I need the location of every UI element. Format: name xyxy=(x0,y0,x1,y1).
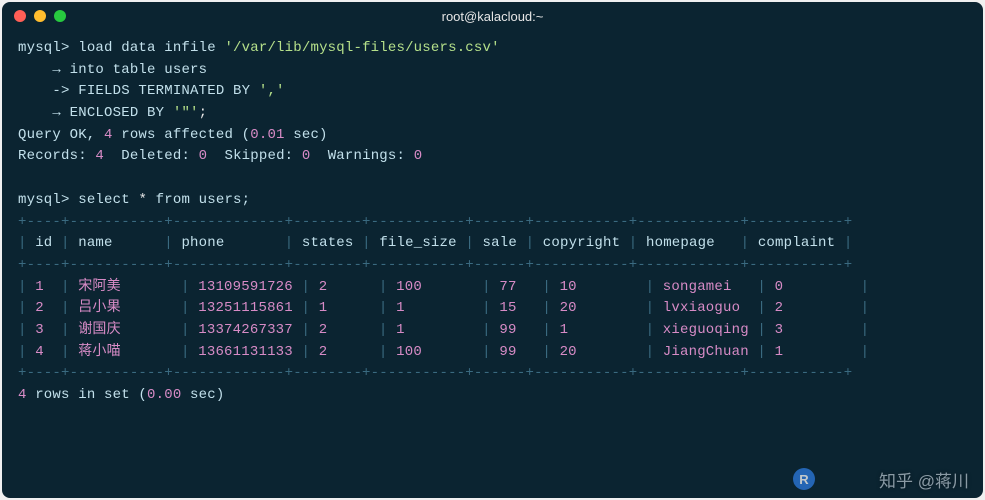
result-text: Records: xyxy=(18,148,95,164)
result-num: 0.01 xyxy=(250,127,284,143)
table-cell: 10 xyxy=(551,279,646,295)
table-cell: complaint xyxy=(749,235,844,251)
table-cell: 3 xyxy=(27,322,61,338)
result-text: rows affected ( xyxy=(113,127,251,143)
minimize-icon[interactable] xyxy=(34,10,46,22)
cmd-string: ',' xyxy=(259,83,285,99)
mysql-prompt: mysql> xyxy=(18,40,70,56)
table-cell: 100 xyxy=(388,279,483,295)
table-cell: 1 xyxy=(388,300,483,316)
result-text: Deleted: xyxy=(104,148,199,164)
table-cell: 13251115861 xyxy=(190,300,302,316)
maximize-icon[interactable] xyxy=(54,10,66,22)
cmd-text: FIELDS TERMINATED BY xyxy=(78,83,259,99)
cmd-text: ENCLOSED BY xyxy=(70,105,173,121)
table-cell: 1 xyxy=(310,300,379,316)
cmd-string: '/var/lib/mysql-files/users.csv' xyxy=(224,40,499,56)
table-cell: 蒋小喵 xyxy=(70,344,181,360)
table-cell: 20 xyxy=(551,344,646,360)
table-cell: sale xyxy=(474,235,526,251)
table-border: +----+-----------+-------------+--------… xyxy=(18,214,852,230)
table-cell: 2 xyxy=(310,279,379,295)
result-text: Query OK, xyxy=(18,127,104,143)
table-cell: file_size xyxy=(371,235,466,251)
table-cell: JiangChuan xyxy=(654,344,757,360)
table-cell: 20 xyxy=(551,300,646,316)
table-cell: id xyxy=(27,235,61,251)
table-cell: 吕小果 xyxy=(70,300,181,316)
table-cell: 99 xyxy=(491,322,543,338)
table-cell: 2 xyxy=(310,344,379,360)
table-cell: name xyxy=(70,235,165,251)
continuation-arrow: → xyxy=(52,62,61,78)
table-cell: xieguoqing xyxy=(654,322,757,338)
table-cell: 2 xyxy=(27,300,61,316)
table-cell: states xyxy=(293,235,362,251)
table-cell: 0 xyxy=(766,279,861,295)
cmd-text: load data infile xyxy=(78,40,224,56)
table-cell: 13374267337 xyxy=(190,322,302,338)
result-text: sec) xyxy=(285,127,328,143)
cmd-text: select xyxy=(78,192,138,208)
table-cell: 1 xyxy=(766,344,861,360)
cmd-text: from users; xyxy=(147,192,250,208)
traffic-lights xyxy=(14,10,66,22)
footer-text: sec) xyxy=(181,387,224,403)
cmd-string: '"' xyxy=(173,105,199,121)
continuation-arrow: → xyxy=(52,105,61,121)
table-cell: 15 xyxy=(491,300,543,316)
table-cell: phone xyxy=(173,235,285,251)
result-text: Warnings: xyxy=(311,148,414,164)
table-cell: 1 xyxy=(27,279,61,295)
mysql-prompt: mysql> xyxy=(18,192,70,208)
footer-num: 4 xyxy=(18,387,27,403)
table-cell: homepage xyxy=(637,235,740,251)
table-cell: 13661131133 xyxy=(190,344,302,360)
table-cell: 4 xyxy=(27,344,61,360)
table-cell: songamei xyxy=(654,279,757,295)
logo-icon: R xyxy=(793,468,815,490)
result-num: 4 xyxy=(104,127,113,143)
terminal-window: root@kalacloud:~ mysql> load data infile… xyxy=(2,2,983,498)
table-cell: lvxiaoguo xyxy=(654,300,757,316)
continuation: -> xyxy=(52,83,69,99)
cmd-text: into table users xyxy=(70,62,208,78)
table-cell: 13109591726 xyxy=(190,279,302,295)
footer-num: 0.00 xyxy=(147,387,181,403)
watermark: 知乎 @蒋川 xyxy=(879,467,969,492)
result-text: Skipped: xyxy=(207,148,302,164)
table-cell: 谢国庆 xyxy=(70,322,181,338)
title-bar: root@kalacloud:~ xyxy=(2,2,983,30)
table-cell: 1 xyxy=(388,322,483,338)
close-icon[interactable] xyxy=(14,10,26,22)
table-cell: 2 xyxy=(766,300,861,316)
result-num: 0 xyxy=(199,148,208,164)
table-cell: copyright xyxy=(534,235,629,251)
result-num: 0 xyxy=(302,148,311,164)
table-border: +----+-----------+-------------+--------… xyxy=(18,257,852,273)
result-num: 4 xyxy=(95,148,104,164)
table-border: +----+-----------+-------------+--------… xyxy=(18,365,852,381)
footer-text: rows in set ( xyxy=(27,387,147,403)
table-cell: 3 xyxy=(766,322,861,338)
result-table: +----+-----------+-------------+--------… xyxy=(18,214,869,382)
cmd-semicolon: ; xyxy=(199,105,208,121)
result-num: 0 xyxy=(414,148,423,164)
table-cell: 77 xyxy=(491,279,543,295)
table-cell: 2 xyxy=(310,322,379,338)
table-cell: 100 xyxy=(388,344,483,360)
window-title: root@kalacloud:~ xyxy=(2,9,983,24)
table-cell: 99 xyxy=(491,344,543,360)
cmd-star: * xyxy=(138,192,147,208)
table-cell: 宋阿美 xyxy=(70,279,181,295)
table-cell: 1 xyxy=(551,322,646,338)
terminal-body[interactable]: mysql> load data infile '/var/lib/mysql-… xyxy=(2,30,983,415)
